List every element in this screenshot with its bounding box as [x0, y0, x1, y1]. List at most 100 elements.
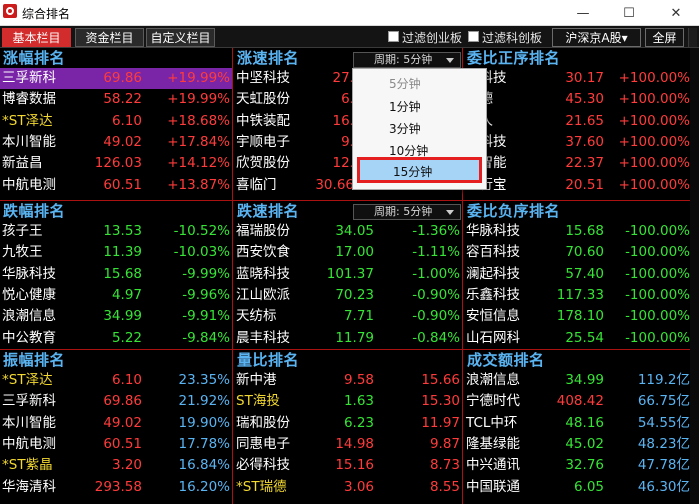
stock-name[interactable]: 本川智能 — [2, 132, 56, 153]
stock-name[interactable]: *ST紫晶 — [2, 455, 53, 476]
stock-name[interactable]: 隆基绿能 — [466, 434, 520, 455]
period-select-speed-up[interactable]: 周期: 5分钟 — [353, 52, 461, 68]
filter-cyb-checkbox[interactable] — [388, 31, 399, 42]
stock-name[interactable]: 必得科技 — [236, 455, 290, 476]
table-row[interactable]: 莱德45.30+100.00% — [464, 89, 690, 110]
stock-name[interactable]: 澜起科技 — [466, 264, 520, 285]
stock-name[interactable]: 孩子王 — [2, 221, 43, 242]
table-row[interactable]: 华脉科技15.68-100.00% — [464, 221, 690, 242]
stock-name[interactable]: 中航电测 — [2, 434, 56, 455]
stock-name[interactable]: 宁德时代 — [466, 391, 520, 412]
table-row[interactable]: 容百科技70.60-100.00% — [464, 242, 690, 263]
stock-name[interactable]: 博睿数据 — [2, 89, 56, 110]
table-row[interactable]: 华脉科技15.68-9.99% — [0, 264, 232, 285]
table-row[interactable]: 悦心健康4.97-9.96% — [0, 285, 232, 306]
panel-title[interactable]: 委比负序排名 — [467, 201, 560, 221]
panel-title[interactable]: 委比正序排名 — [467, 48, 560, 68]
period-select-speed-down[interactable]: 周期: 5分钟 — [353, 204, 461, 220]
table-row[interactable]: 九牧王11.39-10.03% — [0, 242, 232, 263]
table-row[interactable]: 三孚新科69.86+19.99% — [0, 68, 232, 89]
tab-fund-columns[interactable]: 资金栏目 — [75, 28, 144, 47]
table-row[interactable]: 本川智能49.0219.90% — [0, 413, 232, 434]
table-row[interactable]: 必得科技15.168.73 — [234, 455, 462, 476]
market-select[interactable]: 沪深京A股▾ — [552, 28, 641, 47]
stock-name[interactable]: 悦心健康 — [2, 285, 56, 306]
period-option-5min[interactable]: 5分钟 — [389, 75, 421, 92]
period-option-3min[interactable]: 3分钟 — [389, 120, 421, 137]
table-row[interactable]: 福瑞股份34.05-1.36% — [234, 221, 462, 242]
table-row[interactable]: *ST泽达6.1023.35% — [0, 370, 232, 391]
table-row[interactable]: 孩子王13.53-10.52% — [0, 221, 232, 242]
stock-name[interactable]: 瑞和股份 — [236, 413, 290, 434]
stock-name[interactable]: 宇顺电子 — [236, 132, 290, 153]
table-row[interactable]: 中航电测60.5117.78% — [0, 434, 232, 455]
stock-name[interactable]: 华脉科技 — [466, 221, 520, 242]
vertical-scrollbar[interactable] — [690, 48, 699, 504]
table-row[interactable]: TCL中环48.1654.55亿 — [464, 413, 690, 434]
stock-name[interactable]: 天虹股份 — [236, 89, 290, 110]
stock-name[interactable]: 山石网科 — [466, 328, 520, 349]
stock-name[interactable]: 中航电测 — [2, 175, 56, 196]
stock-name[interactable]: 江山欧派 — [236, 285, 290, 306]
stock-name[interactable]: 三孚新科 — [2, 391, 56, 412]
table-row[interactable]: 中兴通讯32.7647.78亿 — [464, 455, 690, 476]
stock-name[interactable]: 容百科技 — [466, 242, 520, 263]
stock-name[interactable]: 新中港 — [236, 370, 277, 391]
period-option-15min[interactable]: 15分钟 — [357, 157, 482, 183]
stock-name[interactable]: 乐鑫科技 — [466, 285, 520, 306]
table-row[interactable]: 澜起科技57.40-100.00% — [464, 264, 690, 285]
table-row[interactable]: 安恒信息178.10-100.00% — [464, 306, 690, 327]
stock-name[interactable]: 浪潮信息 — [466, 370, 520, 391]
stock-name[interactable]: *ST泽达 — [2, 111, 53, 132]
stock-name[interactable]: 中兴通讯 — [466, 455, 520, 476]
close-button[interactable]: ✕ — [653, 0, 699, 26]
table-row[interactable]: 俊科技30.17+100.00% — [464, 68, 690, 89]
period-option-1min[interactable]: 1分钟 — [389, 98, 421, 115]
table-row[interactable]: 中航电测60.51+13.87% — [0, 175, 232, 196]
stock-name[interactable]: 西安饮食 — [236, 242, 290, 263]
table-row[interactable]: 蓝晓科技101.37-1.00% — [234, 264, 462, 285]
table-row[interactable]: 中公教育5.22-9.84% — [0, 328, 232, 349]
stock-name[interactable]: 华脉科技 — [2, 264, 56, 285]
filter-kcb-checkbox[interactable] — [468, 31, 479, 42]
table-row[interactable]: 三孚新科69.8621.92% — [0, 391, 232, 412]
table-row[interactable]: 通行宝20.51+100.00% — [464, 175, 690, 196]
table-row[interactable]: 晨丰科技11.79-0.84% — [234, 328, 462, 349]
tab-basic-columns[interactable]: 基本栏目 — [2, 28, 71, 47]
table-row[interactable]: 本川智能49.02+17.84% — [0, 132, 232, 153]
panel-title[interactable]: 涨速排名 — [237, 48, 299, 68]
stock-name[interactable]: *ST泽达 — [2, 370, 53, 391]
panel-title[interactable]: 成交额排名 — [467, 350, 545, 370]
table-row[interactable]: 同惠电子14.989.87 — [234, 434, 462, 455]
stock-name[interactable]: 蓝晓科技 — [236, 264, 290, 285]
minimize-button[interactable]: — — [560, 0, 606, 26]
stock-name[interactable]: 中公教育 — [2, 328, 56, 349]
table-row[interactable]: *ST紫晶3.2016.84% — [0, 455, 232, 476]
stock-name[interactable]: 同惠电子 — [236, 434, 290, 455]
stock-name[interactable]: 新益昌 — [2, 153, 43, 174]
panel-title[interactable]: 量比排名 — [237, 350, 299, 370]
stock-name[interactable]: 天纺标 — [236, 306, 277, 327]
table-row[interactable]: 新益昌126.03+14.12% — [0, 153, 232, 174]
table-row[interactable]: 宁德时代408.4266.75亿 — [464, 391, 690, 412]
table-row[interactable]: *ST泽达6.10+18.68% — [0, 111, 232, 132]
stock-name[interactable]: 三孚新科 — [2, 68, 56, 89]
table-row[interactable]: 瑞和股份6.2311.97 — [234, 413, 462, 434]
panel-title[interactable]: 振幅排名 — [3, 350, 65, 370]
stock-name[interactable]: 安恒信息 — [466, 306, 520, 327]
table-row[interactable]: 诺科技37.60+100.00% — [464, 132, 690, 153]
stock-name[interactable]: 华海清科 — [2, 477, 56, 498]
table-row[interactable]: ST海投1.6315.30 — [234, 391, 462, 412]
stock-name[interactable]: 欣贺股份 — [236, 153, 290, 174]
table-row[interactable]: 华海清科293.5816.20% — [0, 477, 232, 498]
stock-name[interactable]: 中铁装配 — [236, 111, 290, 132]
tab-custom-columns[interactable]: 自定义栏目 — [146, 28, 215, 47]
table-row[interactable]: 中国联通6.0546.30亿 — [464, 477, 690, 498]
table-row[interactable]: *ST瑞德3.068.55 — [234, 477, 462, 498]
table-row[interactable]: 隆基绿能45.0248.23亿 — [464, 434, 690, 455]
table-row[interactable]: 山石网科25.54-100.00% — [464, 328, 690, 349]
table-row[interactable]: 天纺标7.71-0.90% — [234, 306, 462, 327]
maximize-button[interactable]: ☐ — [606, 0, 652, 26]
table-row[interactable]: 立智能22.37+100.00% — [464, 153, 690, 174]
stock-name[interactable]: 中国联通 — [466, 477, 520, 498]
